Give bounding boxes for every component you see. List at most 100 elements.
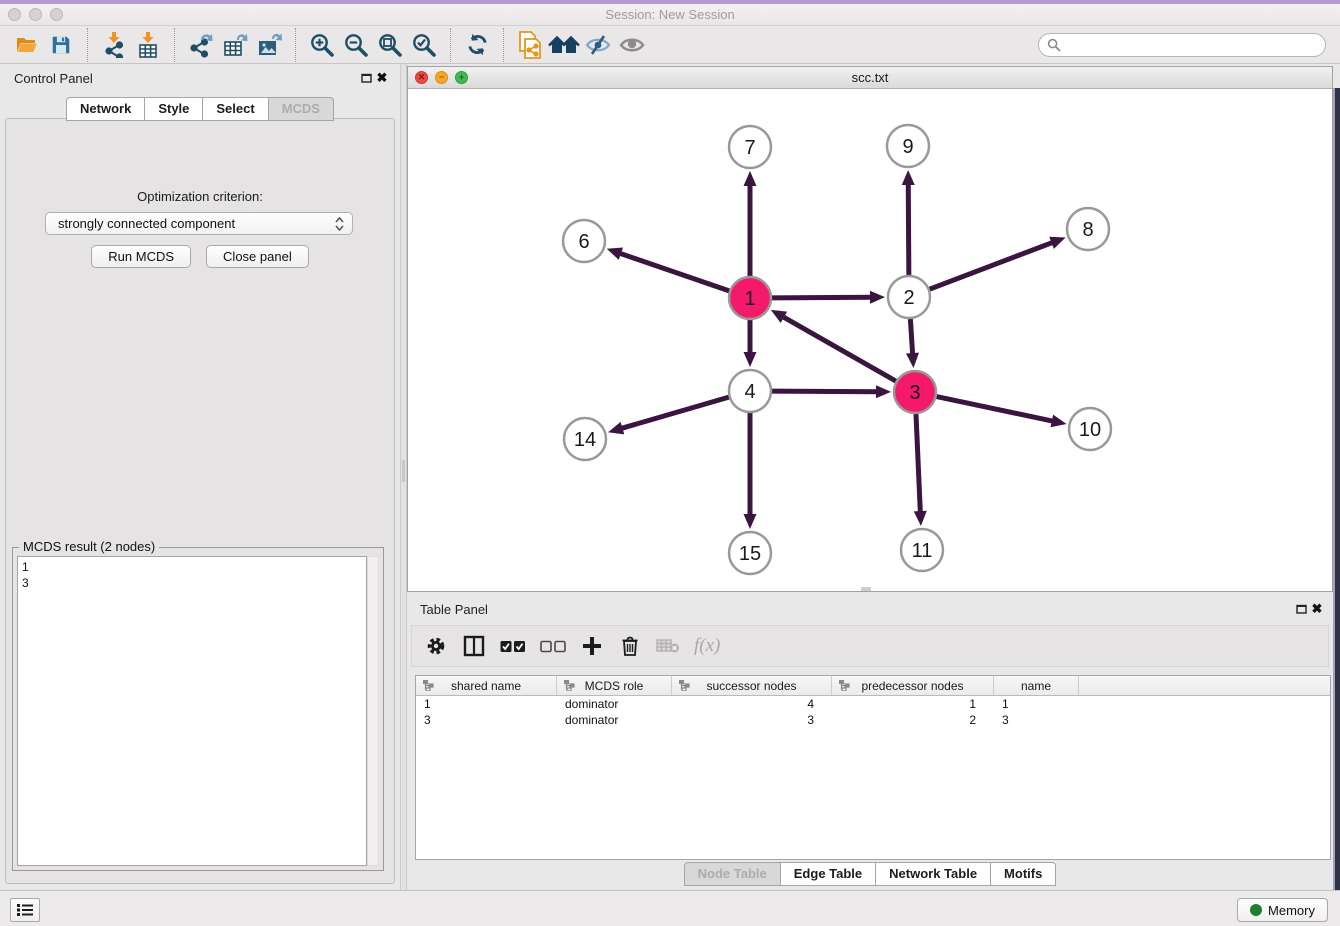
column-header-predecessor-nodes[interactable]: predecessor nodes <box>832 676 994 695</box>
refresh-icon[interactable] <box>460 29 494 61</box>
graph-edge[interactable] <box>916 414 920 514</box>
tab-node-table[interactable]: Node Table <box>684 862 781 886</box>
memory-label: Memory <box>1268 903 1315 918</box>
graph-node-label: 15 <box>739 543 761 565</box>
import-network-icon[interactable] <box>97 29 131 61</box>
tab-motifs[interactable]: Motifs <box>991 862 1056 886</box>
zoom-selected-icon[interactable] <box>407 29 441 61</box>
desktop-right-edge <box>1333 88 1340 926</box>
float-window-icon[interactable] <box>358 70 374 86</box>
close-panel-button[interactable]: Close panel <box>206 245 309 268</box>
zoom-out-icon[interactable] <box>339 29 373 61</box>
memory-status-dot <box>1250 904 1262 916</box>
eye-icon[interactable] <box>615 29 649 61</box>
tab-edge-table[interactable]: Edge Table <box>781 862 876 886</box>
table-row[interactable]: 3 dominator 3 2 3 <box>416 712 1330 728</box>
toolbar-separator <box>295 28 296 62</box>
criterion-dropdown[interactable]: strongly connected component <box>45 212 353 235</box>
select-all-checkboxes-icon[interactable] <box>500 633 526 659</box>
cell-name: 1 <box>994 696 1079 712</box>
graph-node-label: 7 <box>744 137 755 159</box>
control-panel: Control Panel ✖ Network Style Select MCD… <box>0 64 400 890</box>
table-row[interactable]: 1 dominator 4 1 1 <box>416 696 1330 712</box>
memory-button[interactable]: Memory <box>1237 898 1328 922</box>
result-line: 1 <box>22 559 362 575</box>
graph-edge-arrowhead <box>870 291 885 304</box>
graph-edge-arrowhead <box>744 514 757 529</box>
graph-edge[interactable] <box>908 182 909 275</box>
toolbar-separator <box>450 28 451 62</box>
cell-predecessor-nodes: 1 <box>832 696 994 712</box>
graph-edge[interactable] <box>937 397 1055 422</box>
tab-select[interactable]: Select <box>203 97 268 121</box>
open-session-icon[interactable] <box>10 29 44 61</box>
tab-network-table[interactable]: Network Table <box>876 862 991 886</box>
export-network-icon[interactable] <box>184 29 218 61</box>
copy-network-view-icon[interactable] <box>513 29 547 61</box>
graph-edge-arrowhead <box>876 385 891 398</box>
node-table[interactable]: shared name MCDS role successor nodes pr… <box>415 675 1331 860</box>
deselect-checkboxes-icon[interactable] <box>540 633 566 659</box>
graph-node-label: 14 <box>574 429 596 451</box>
graph-edge[interactable] <box>781 316 896 381</box>
control-panel-header: Control Panel ✖ <box>14 70 390 86</box>
graph-edge-arrowhead <box>744 352 757 367</box>
vertical-splitter[interactable] <box>400 64 407 890</box>
add-column-icon[interactable] <box>580 633 604 659</box>
import-table-icon[interactable] <box>131 29 165 61</box>
export-image-icon[interactable] <box>252 29 286 61</box>
splitter-handle[interactable] <box>402 460 405 482</box>
toolbar-separator <box>174 28 175 62</box>
graph-edge[interactable] <box>910 319 912 356</box>
network-graph: 7968124314101511 <box>408 89 1332 592</box>
column-type-icon <box>839 680 850 691</box>
column-header-successor-nodes[interactable]: successor nodes <box>672 676 832 695</box>
search-input[interactable] <box>1066 38 1317 53</box>
graph-edge[interactable] <box>618 253 729 291</box>
app-title: Session: New Session <box>0 7 1340 22</box>
zoom-in-icon[interactable] <box>305 29 339 61</box>
save-session-icon[interactable] <box>44 29 78 61</box>
graph-edge-arrowhead <box>607 248 623 260</box>
fx-label: f(x) <box>694 635 720 657</box>
graph-edge[interactable] <box>620 397 729 429</box>
search-box <box>1038 33 1326 57</box>
result-line: 3 <box>22 575 362 591</box>
delete-column-icon[interactable] <box>618 633 642 659</box>
zoom-fit-icon[interactable] <box>373 29 407 61</box>
graph-edge-arrowhead <box>914 511 927 526</box>
gear-icon[interactable] <box>424 633 448 659</box>
close-panel-icon[interactable]: ✖ <box>1309 601 1325 617</box>
graph-node-label: 11 <box>912 540 933 562</box>
network-window-titlebar[interactable]: ✕ − + scc.txt <box>408 67 1332 89</box>
run-mcds-button[interactable]: Run MCDS <box>91 245 191 268</box>
result-scrollbar[interactable] <box>367 556 379 866</box>
graph-edge[interactable] <box>772 391 879 392</box>
task-history-button[interactable] <box>10 898 40 922</box>
network-window: ✕ − + scc.txt 7968124314101511 <box>407 66 1333 592</box>
toolbar-separator <box>87 28 88 62</box>
hide-eye-icon[interactable] <box>581 29 615 61</box>
column-header-mcds-role[interactable]: MCDS role <box>557 676 672 695</box>
table-panel-tabs: Node Table Edge Table Network Table Moti… <box>407 862 1333 886</box>
cell-mcds-role: dominator <box>557 696 672 712</box>
export-table-icon[interactable] <box>218 29 252 61</box>
close-panel-icon[interactable]: ✖ <box>374 70 390 86</box>
column-header-shared-name[interactable]: shared name <box>416 676 557 695</box>
cell-name: 3 <box>994 712 1079 728</box>
mcds-result-text[interactable]: 1 3 <box>17 556 367 866</box>
column-layout-icon[interactable] <box>462 633 486 659</box>
column-header-name[interactable]: name <box>994 676 1079 695</box>
tab-style[interactable]: Style <box>145 97 203 121</box>
network-canvas[interactable]: 7968124314101511 <box>408 89 1332 591</box>
graph-edge[interactable] <box>930 242 1055 289</box>
tab-network[interactable]: Network <box>66 97 145 121</box>
home-icon[interactable] <box>547 29 581 61</box>
list-icon <box>16 903 34 917</box>
graph-node-label: 10 <box>1079 419 1101 441</box>
graph-edge[interactable] <box>772 297 873 298</box>
network-resize-handle[interactable] <box>861 587 871 591</box>
float-window-icon[interactable] <box>1293 601 1309 617</box>
graph-node-label: 3 <box>909 382 920 404</box>
tab-mcds[interactable]: MCDS <box>269 97 334 121</box>
